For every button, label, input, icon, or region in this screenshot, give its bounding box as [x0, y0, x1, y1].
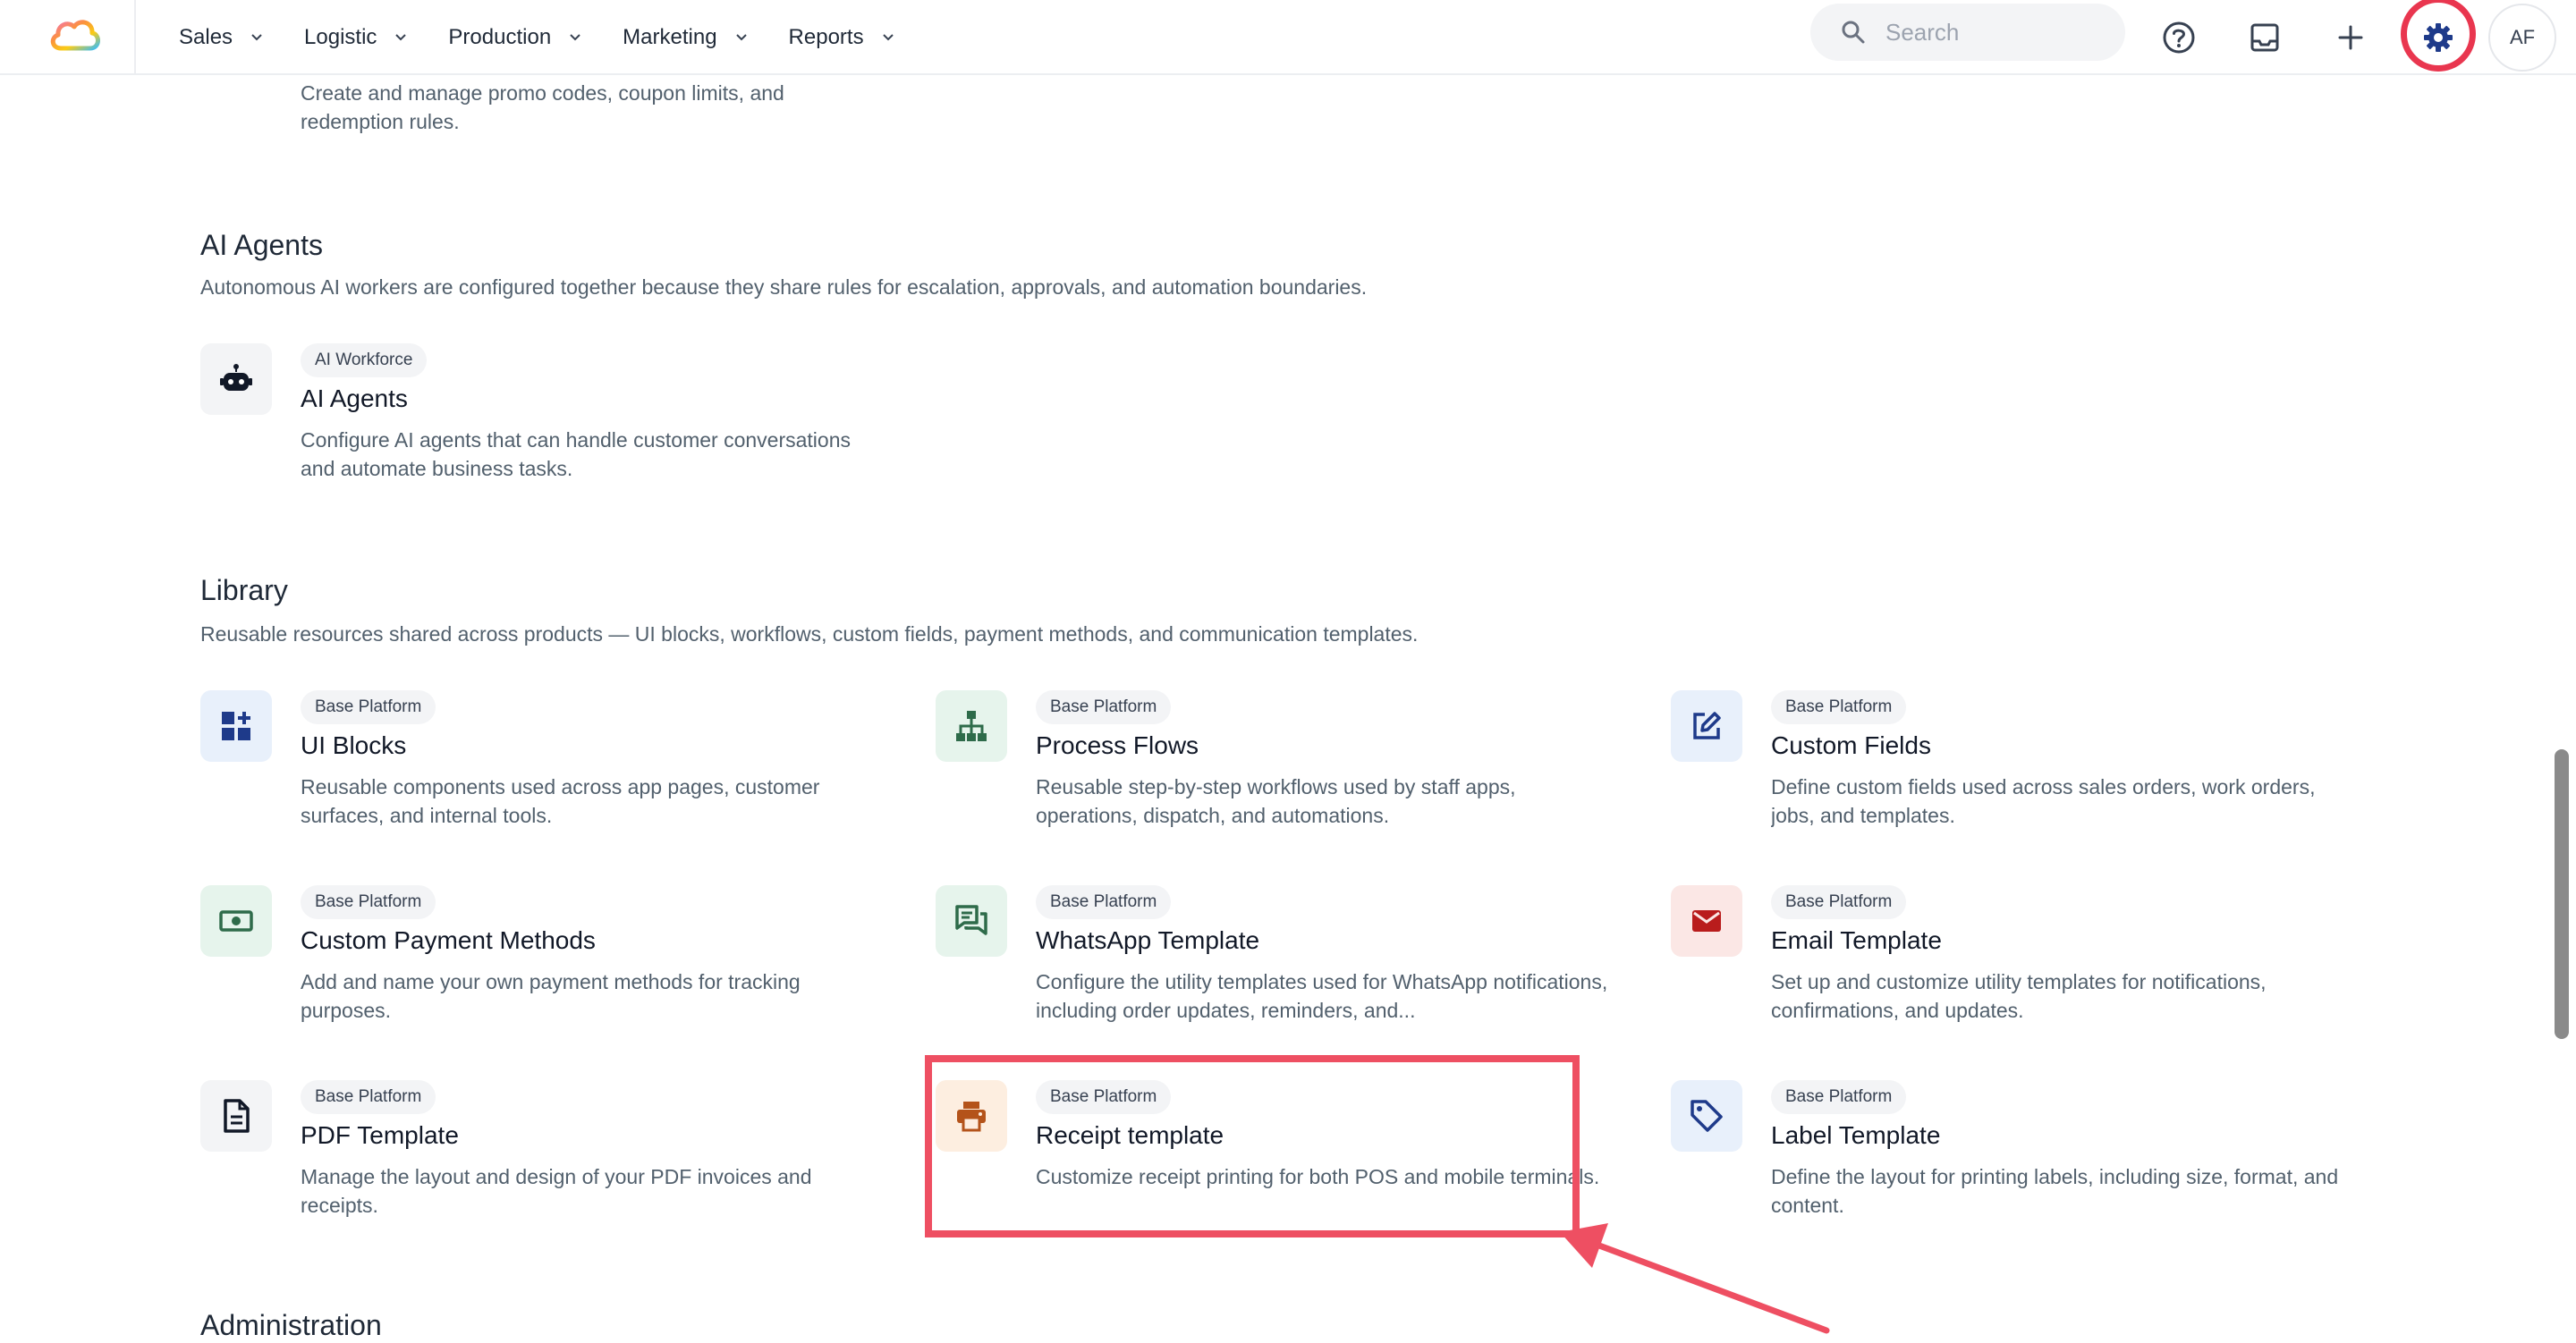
category-badge: Base Platform	[1771, 1080, 1907, 1114]
cloud-logo-icon	[50, 20, 100, 51]
settings-item-whatsapp-template[interactable]: Base Platform WhatsApp Template Configur…	[936, 885, 1633, 1055]
chevron-down-icon	[882, 34, 894, 41]
chevron-down-icon	[735, 34, 747, 41]
item-title: UI Blocks	[301, 731, 407, 759]
library-section-description: Reusable resources shared across product…	[200, 622, 1419, 646]
robot-icon	[200, 343, 272, 415]
search-input[interactable]	[1884, 17, 2120, 47]
item-title: Custom Payment Methods	[301, 926, 596, 954]
chat-icon	[936, 885, 1007, 957]
ai-agents-section-title: AI Agents	[200, 229, 323, 261]
avatar[interactable]: AF	[2488, 4, 2556, 72]
item-title: Email Template	[1771, 926, 1942, 954]
category-badge: Base Platform	[1771, 690, 1907, 724]
item-title: Custom Fields	[1771, 731, 1931, 759]
settings-highlight-ring	[2401, 0, 2476, 72]
nav-label: Production	[448, 25, 552, 49]
administration-section-title: Administration	[200, 1309, 382, 1341]
chevron-down-icon	[395, 34, 407, 41]
plus-icon	[2338, 25, 2363, 50]
nav-label: Reports	[788, 25, 864, 49]
category-badge: Base Platform	[301, 1080, 436, 1114]
widgets-icon	[200, 690, 272, 762]
nav-marketing[interactable]: Marketing	[623, 0, 747, 75]
nav-logistic[interactable]: Logistic	[304, 0, 407, 75]
item-description: Add and name your own payment methods fo…	[301, 970, 801, 1022]
category-badge: AI Workforce	[301, 343, 428, 377]
scrollbar-thumb[interactable]	[2555, 749, 2569, 1039]
annotation-arrow-icon	[1560, 1223, 1830, 1334]
inbox-icon	[2250, 23, 2279, 52]
item-title: AI Agents	[301, 384, 408, 412]
receipt-template-highlight-box	[925, 1055, 1580, 1237]
settings-item-ui-blocks[interactable]: Base Platform UI Blocks Reusable compone…	[200, 690, 898, 860]
settings-item-email-template[interactable]: Base Platform Email Template Set up and …	[1671, 885, 2368, 1055]
avatar-initials: AF	[2509, 26, 2536, 48]
library-section-title: Library	[200, 574, 288, 606]
help-button[interactable]	[2154, 13, 2204, 63]
item-description: Manage the layout and design of your PDF…	[301, 1165, 812, 1217]
help-icon	[2163, 21, 2195, 54]
money-icon	[200, 885, 272, 957]
document-icon	[200, 1080, 272, 1152]
inbox-button[interactable]	[2240, 13, 2290, 63]
hierarchy-icon	[936, 690, 1007, 762]
item-description: Reusable step-by-step workflows used by …	[1036, 775, 1516, 827]
tag-icon	[1671, 1080, 1742, 1152]
item-description: Set up and customize utility templates f…	[1771, 970, 2267, 1022]
category-badge: Base Platform	[301, 885, 436, 919]
settings-item-custom-fields[interactable]: Base Platform Custom Fields Define custo…	[1671, 690, 2368, 860]
mail-icon	[1671, 885, 1742, 957]
nav-sales[interactable]: Sales	[179, 0, 263, 75]
nav-reports[interactable]: Reports	[789, 0, 894, 75]
promo-codes-description: Create and manage promo codes, coupon li…	[301, 81, 784, 133]
top-navigation-bar: Sales Logistic Production Marketing Repo…	[0, 0, 2576, 75]
settings-item-pdf-template[interactable]: Base Platform PDF Template Manage the la…	[200, 1080, 898, 1250]
main-nav: Sales Logistic Production Marketing Repo…	[179, 0, 936, 75]
category-badge: Base Platform	[301, 690, 436, 724]
nav-label: Marketing	[623, 25, 717, 49]
category-badge: Base Platform	[1771, 885, 1907, 919]
search-box[interactable]	[1810, 4, 2125, 61]
search-icon	[1842, 21, 1865, 44]
item-description: Reusable components used across app page…	[301, 775, 820, 827]
nav-production[interactable]: Production	[448, 0, 581, 75]
category-badge: Base Platform	[1036, 885, 1172, 919]
chevron-down-icon	[251, 34, 262, 41]
item-description: Define the layout for printing labels, i…	[1771, 1165, 2339, 1217]
nav-label: Sales	[179, 25, 233, 49]
item-description: Configure the utility templates used for…	[1036, 970, 1608, 1022]
item-title: WhatsApp Template	[1036, 926, 1260, 954]
settings-item-custom-payment-methods[interactable]: Base Platform Custom Payment Methods Add…	[200, 885, 898, 1055]
ai-agents-section-description: Autonomous AI workers are configured tog…	[200, 275, 1368, 299]
scrollbar-track[interactable]	[2558, 75, 2576, 1343]
item-description: Configure AI agents that can handle cust…	[301, 428, 851, 480]
nav-label: Logistic	[304, 25, 377, 49]
edit-icon	[1671, 690, 1742, 762]
chevron-down-icon	[570, 34, 580, 41]
add-button[interactable]	[2326, 13, 2376, 63]
item-title: PDF Template	[301, 1121, 459, 1149]
category-badge: Base Platform	[1036, 690, 1172, 724]
app-logo[interactable]	[0, 0, 136, 75]
item-title: Label Template	[1771, 1121, 1941, 1149]
item-title: Process Flows	[1036, 731, 1199, 759]
item-description: Define custom fields used across sales o…	[1771, 775, 2316, 827]
settings-item-ai-agents[interactable]: AI Workforce AI Agents Configure AI agen…	[200, 343, 898, 513]
settings-item-process-flows[interactable]: Base Platform Process Flows Reusable ste…	[936, 690, 1633, 860]
